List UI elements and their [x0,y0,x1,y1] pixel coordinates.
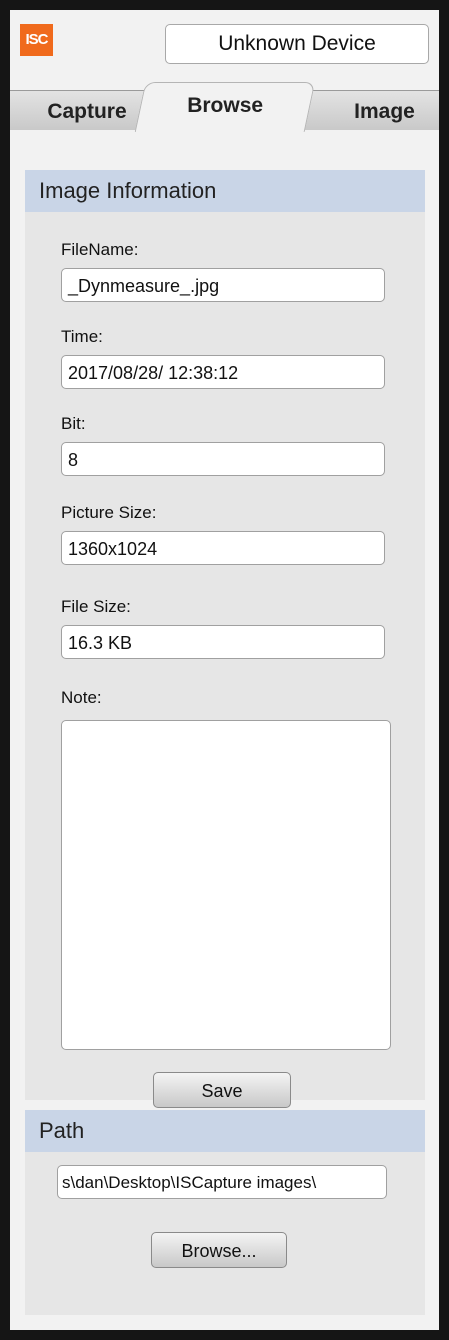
time-field[interactable]: 2017/08/28/ 12:38:12 [61,355,385,389]
image-information-section: Image Information FileName: _Dynmeasure_… [25,170,425,1108]
filename-field[interactable]: _Dynmeasure_.jpg [61,268,385,302]
file-size-field[interactable]: 16.3 KB [61,625,385,659]
tab-image[interactable]: Image [294,90,439,130]
file-size-label: File Size: [61,597,131,616]
bit-field[interactable]: 8 [61,442,385,476]
note-textarea[interactable] [61,720,391,1050]
tab-browse[interactable]: Browse [134,82,316,132]
picture-size-label: Picture Size: [61,503,157,522]
tab-bar: Capture Image Browse [10,82,439,132]
browse-button[interactable]: Browse... [151,1232,287,1268]
time-label: Time: [61,327,103,346]
note-label: Note: [61,688,102,707]
picture-size-field[interactable]: 1360x1024 [61,531,385,565]
path-section: Path s\dan\Desktop\ISCapture images\ Bro… [25,1110,425,1315]
image-information-header: Image Information [25,170,425,212]
isc-logo: ISC [20,24,53,56]
window-frame: ISC Unknown Device Capture Image Browse … [0,0,449,1340]
path-field[interactable]: s\dan\Desktop\ISCapture images\ [57,1165,387,1199]
browse-panel: ISC Unknown Device Capture Image Browse … [10,10,439,1330]
path-header: Path [25,1110,425,1152]
filename-label: FileName: [61,240,139,259]
bit-label: Bit: [61,414,86,433]
tab-browse-label: Browse [187,94,264,117]
save-button[interactable]: Save [153,1072,291,1108]
device-selector[interactable]: Unknown Device [165,24,429,64]
